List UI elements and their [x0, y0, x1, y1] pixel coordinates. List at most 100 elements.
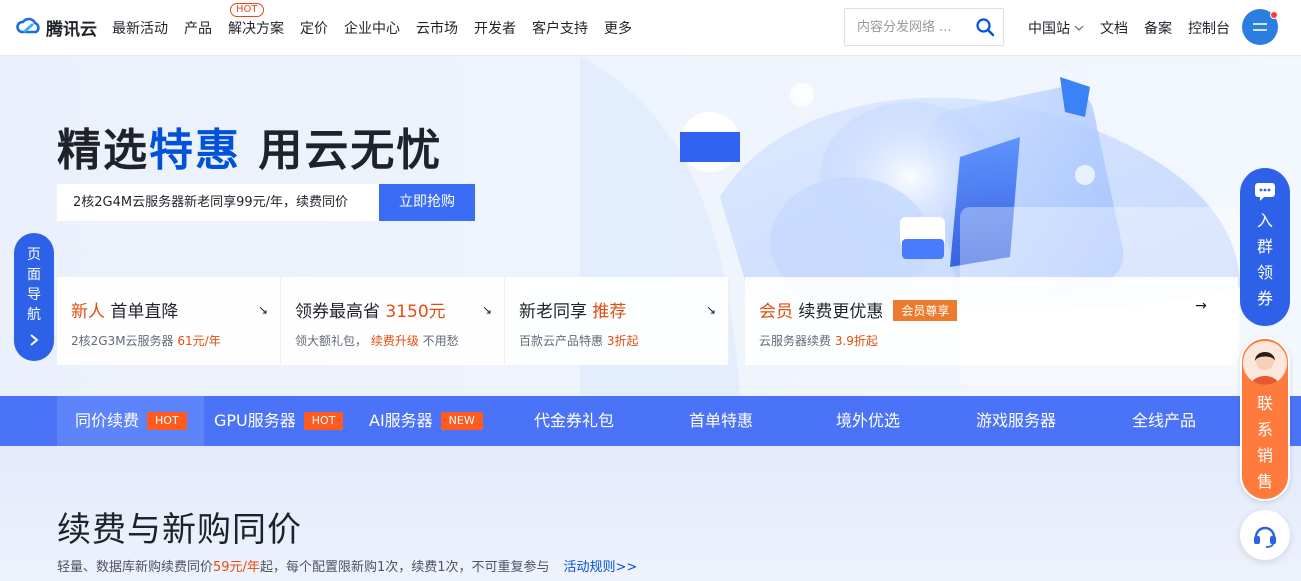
sales-agent-avatar [1243, 341, 1287, 385]
nav-item-solutions[interactable]: 解决方案 [228, 18, 284, 38]
customer-support-button[interactable] [1240, 510, 1290, 560]
card-desc-text: 云服务器续费 [759, 334, 835, 348]
card-desc-text: 百款云产品特惠 [519, 334, 607, 348]
card-title: 会员 续费更优惠 会员尊享 [759, 297, 1238, 322]
card-desc: 领大额礼包， 续费升级 不用愁 [295, 332, 504, 349]
search-input[interactable] [845, 9, 969, 45]
card-title-highlight: 会员 [759, 302, 793, 322]
page-navigation-label: 页面导航 [27, 247, 41, 323]
cloud-logo-icon [16, 17, 40, 34]
right-nav: 中国站 文档 备案 控制台 [1028, 0, 1246, 56]
region-selector[interactable]: 中国站 [1028, 18, 1084, 38]
chevron-right-icon [30, 334, 39, 346]
join-group-label: 入群领券 [1257, 211, 1274, 308]
tab-voucher-package[interactable]: 代金券礼包 [534, 396, 614, 446]
section-title: 续费与新购同价 [57, 510, 302, 550]
promo-card-new-user[interactable]: 新人 首单直降 2核2G3M云服务器 61元/年 ↘ [57, 277, 281, 365]
member-badge: 会员尊享 [893, 300, 958, 321]
arrow-down-right-icon: ↘ [257, 303, 268, 317]
hero-title-part2: 用云无忧 [241, 125, 443, 176]
search-box [844, 8, 1004, 46]
card-title-text: 领券最高省 [295, 302, 386, 322]
nav-item-label: 产品 [184, 21, 212, 37]
nav-item-pricing[interactable]: 定价 [300, 18, 328, 38]
tab-game-server[interactable]: 游戏服务器 [976, 396, 1056, 446]
category-bar: 同价续费 HOT GPU服务器 HOT AI服务器 NEW 代金券礼包 首单特惠 境外… [0, 396, 1301, 446]
search-icon[interactable] [975, 17, 995, 37]
hero-title-accent: 特惠 [149, 125, 241, 176]
subtitle-text-tail: 起，每个配置限新购1次，续费1次，不可重复参与 [259, 560, 550, 575]
promo-card-shared[interactable]: 新老同享 推荐 百款云产品特惠 3折起 ↘ [505, 277, 729, 365]
tencent-cloud-logo[interactable]: 腾讯云 [16, 14, 97, 40]
filing-link[interactable]: 备案 [1144, 18, 1172, 38]
tab-ai-server[interactable]: AI服务器 NEW [369, 396, 483, 446]
promo-card-member[interactable]: 会员 续费更优惠 会员尊享 云服务器续费 3.9折起 → [745, 277, 1238, 365]
tab-same-price-renewal[interactable]: 同价续费 HOT [57, 396, 204, 446]
hero-title-part1: 精选 [57, 125, 149, 176]
nav-item-enterprise[interactable]: 企业中心 [344, 18, 400, 38]
card-desc-text: 领大额礼包， [295, 334, 371, 348]
card-title-highlight: 新人 [71, 302, 105, 322]
promo-card-coupon[interactable]: 领券最高省 3150元 领大额礼包， 续费升级 不用愁 ↘ [281, 277, 505, 365]
nav-item-more[interactable]: 更多 [604, 18, 632, 38]
new-badge: NEW [440, 412, 483, 430]
notification-dot [1270, 11, 1278, 19]
hero-banner: 精选特惠 用云无忧 2核2G4M云服务器新老同享99元/年，续费同价 立即抢购 … [0, 57, 1301, 396]
tab-first-order[interactable]: 首单特惠 [689, 396, 753, 446]
card-title: 领券最高省 3150元 [295, 297, 504, 322]
promo-text: 2核2G4M云服务器新老同享99元/年，续费同价 [57, 184, 379, 221]
region-label: 中国站 [1028, 21, 1070, 37]
hot-tag: HOT [230, 3, 264, 17]
card-desc-tail: 不用愁 [418, 334, 459, 348]
subtitle-price: 59元/年 [213, 560, 260, 575]
nav-item-latest-activity[interactable]: 最新活动 [112, 18, 168, 38]
top-navigation-bar: 腾讯云 最新活动 产品 HOT 解决方案 定价 企业中心 云市场 开发者 客户支… [0, 0, 1301, 56]
nav-item-marketplace[interactable]: 云市场 [416, 18, 458, 38]
hot-badge: HOT [147, 412, 187, 430]
tab-label: 同价续费 [75, 411, 140, 430]
card-desc-text: 2核2G3M云服务器 [71, 334, 178, 348]
nav-item-support[interactable]: 客户支持 [532, 18, 588, 38]
card-title-text: 续费更优惠 [793, 302, 884, 322]
promo-cards: 新人 首单直降 2核2G3M云服务器 61元/年 ↘ 领券最高省 3150元 领… [57, 277, 1238, 365]
chat-icon [1255, 183, 1275, 201]
hot-badge: HOT [303, 412, 344, 430]
arrow-down-right-icon: ↘ [705, 303, 716, 317]
card-desc-highlight: 续费升级 [370, 334, 419, 348]
chevron-down-icon [1074, 25, 1084, 31]
main-nav: 最新活动 产品 HOT 解决方案 定价 企业中心 云市场 开发者 客户支持 更多 [112, 0, 648, 56]
tab-all-products[interactable]: 全线产品 [1132, 396, 1196, 446]
user-avatar[interactable] [1242, 9, 1278, 45]
docs-link[interactable]: 文档 [1100, 18, 1128, 38]
logo-text: 腾讯云 [46, 19, 97, 40]
console-link[interactable]: 控制台 [1188, 18, 1230, 38]
promo-bar: 2核2G4M云服务器新老同享99元/年，续费同价 立即抢购 [57, 184, 475, 221]
activity-rules-link[interactable]: 活动规则>> [564, 560, 638, 575]
tab-gpu-server[interactable]: GPU服务器 HOT [214, 396, 344, 446]
menu-icon [1253, 23, 1267, 31]
card-desc-highlight: 3折起 [606, 334, 639, 348]
card-desc-highlight: 3.9折起 [834, 334, 878, 348]
card-title-highlight: 推荐 [592, 302, 627, 322]
buy-now-button[interactable]: 立即抢购 [379, 184, 475, 221]
nav-item-products[interactable]: 产品 HOT [184, 3, 264, 38]
arrow-down-right-icon: ↘ [481, 303, 492, 317]
subtitle-text: 轻量、数据库新购续费同价 [57, 560, 214, 575]
content-section: 续费与新购同价 轻量、数据库新购续费同价59元/年起，每个配置限新购1次，续费1… [0, 446, 1301, 581]
tab-overseas[interactable]: 境外优选 [836, 396, 900, 446]
join-group-button[interactable]: 入群领券 [1240, 168, 1290, 326]
card-desc: 2核2G3M云服务器 61元/年 [71, 332, 280, 349]
card-desc-highlight: 61元/年 [177, 334, 221, 348]
card-desc: 云服务器续费 3.9折起 [759, 332, 1238, 349]
card-title-text: 新老同享 [519, 302, 593, 322]
hero-title: 精选特惠 用云无忧 [57, 114, 442, 178]
arrow-right-icon[interactable]: → [1190, 295, 1212, 317]
nav-item-developers[interactable]: 开发者 [474, 18, 516, 38]
card-title-highlight: 3150元 [385, 302, 446, 322]
card-desc: 百款云产品特惠 3折起 [519, 332, 728, 349]
contact-sales-label: 联系销售 [1257, 394, 1274, 491]
contact-sales-button[interactable]: 联系销售 [1240, 337, 1290, 501]
headset-icon [1254, 526, 1276, 548]
card-title-text: 首单直降 [105, 302, 179, 322]
page-navigation-tab[interactable]: 页面导航 [14, 233, 54, 361]
